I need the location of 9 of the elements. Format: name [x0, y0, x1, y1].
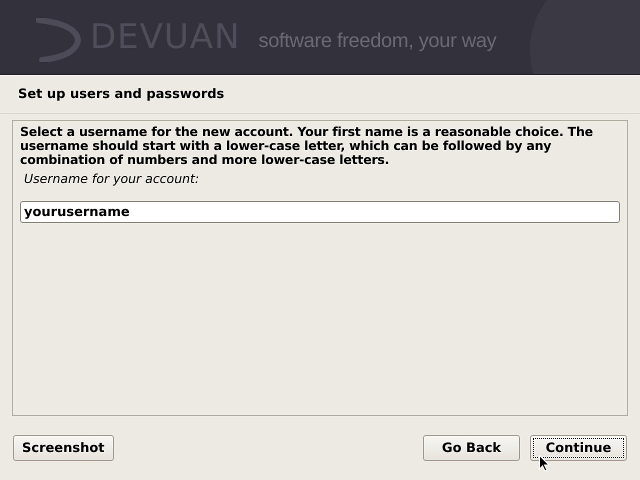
- dialog-button[interactable]: Go Back: [423, 435, 520, 461]
- username-field[interactable]: yourusername: [20, 201, 620, 223]
- dialog-button[interactable]: Screenshot: [13, 435, 114, 461]
- mouse-cursor-icon: [539, 455, 550, 472]
- tagline: software freedom, your way: [258, 30, 496, 52]
- field-label: Username for your account:: [24, 171, 200, 186]
- step-title: Set up users and passwords: [18, 86, 224, 102]
- dialog-button[interactable]: Continue: [530, 435, 627, 461]
- description-text: Select a username for the new account. Your first name is a reasonable choice. The username should start with a lower-case letter, which can be followed by any combination of numbers and more lower-case letters.: [20, 125, 594, 167]
